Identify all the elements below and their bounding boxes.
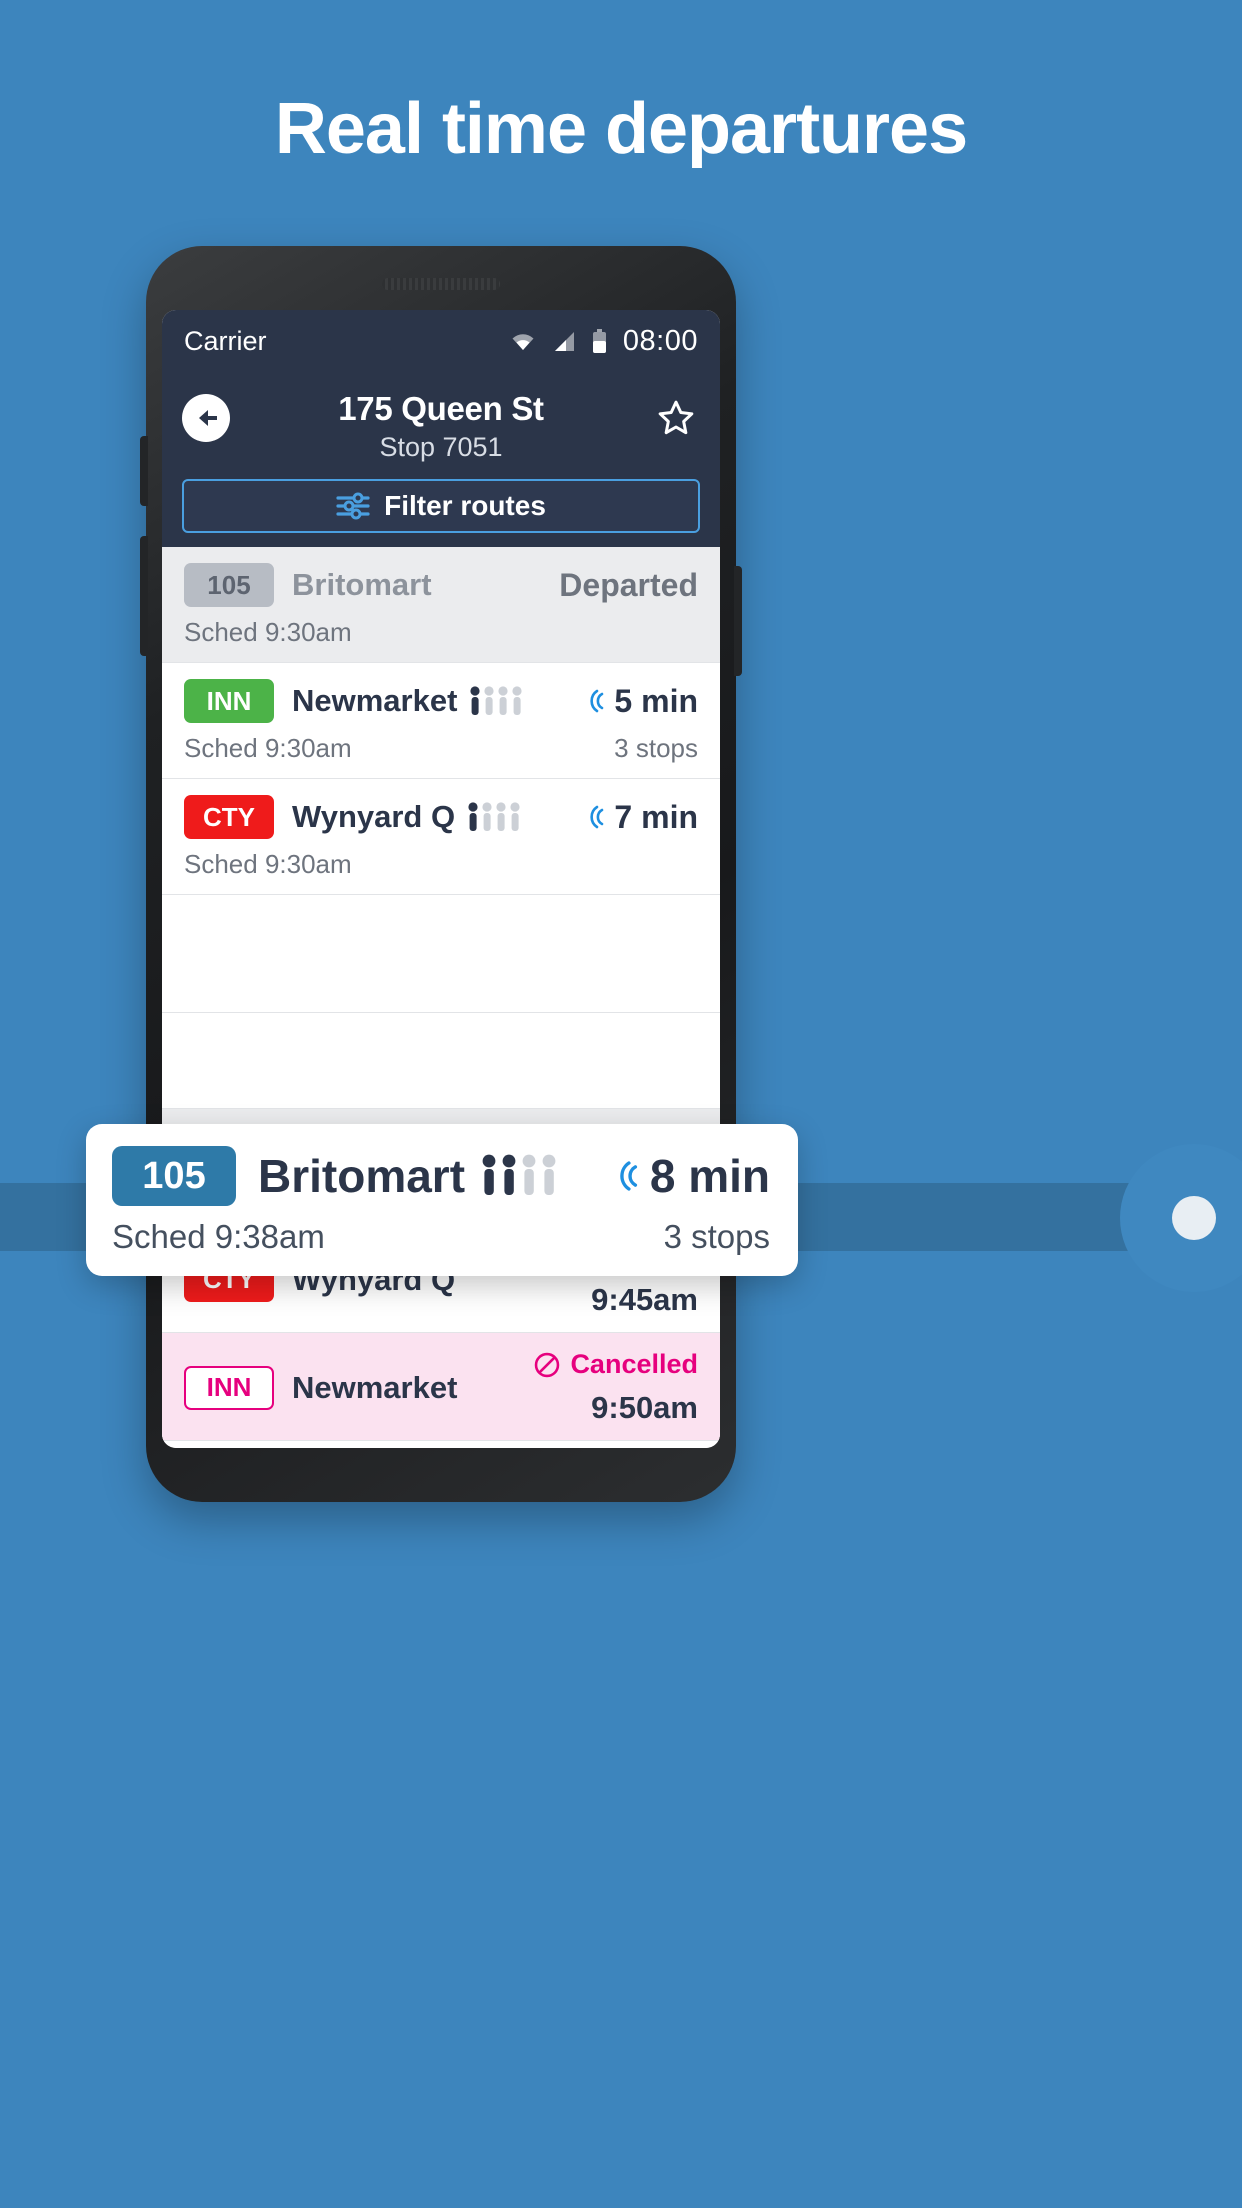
occupancy-icon bbox=[481, 1153, 563, 1199]
phone-speaker bbox=[382, 278, 500, 290]
destination-label: Britomart bbox=[258, 1150, 466, 1202]
table-row[interactable]: CTY Wynyard Q 7 min Sched 9:30am bbox=[162, 779, 720, 895]
status-time: 08:00 bbox=[622, 324, 698, 357]
route-badge: 105 bbox=[184, 563, 274, 607]
phone-volume-button bbox=[140, 536, 148, 656]
sliders-icon bbox=[336, 492, 370, 520]
battery-icon bbox=[592, 329, 607, 353]
phone-power-button bbox=[734, 566, 742, 676]
carrier-label: Carrier bbox=[184, 325, 267, 356]
live-signal-icon bbox=[590, 689, 604, 713]
scheduled-time: Sched 9:30am bbox=[184, 733, 352, 763]
table-row[interactable]: CTY Wynyard Q Scheduled 9:45am bbox=[162, 1441, 720, 1448]
route-badge: INN bbox=[184, 1365, 274, 1410]
scheduled-time: Sched 9:30am bbox=[184, 617, 352, 647]
highlighted-departure-card[interactable]: 105 Britomart 8 min Sched 9:38am 3 stops bbox=[86, 1124, 798, 1276]
table-row[interactable]: . bbox=[162, 895, 720, 1013]
signal-icon bbox=[552, 331, 576, 352]
destination-label: Britomart bbox=[292, 567, 432, 602]
app-header: 175 Queen St Stop 7051 bbox=[162, 372, 720, 479]
live-signal-icon bbox=[590, 805, 604, 829]
eta-label: 5 min bbox=[614, 682, 698, 719]
occupancy-icon bbox=[467, 801, 525, 833]
page-title: Real time departures bbox=[274, 89, 968, 169]
stops-label: 3 stops bbox=[663, 1218, 770, 1255]
destination-label: Newmarket bbox=[292, 1369, 458, 1405]
departure-time: 9:45am bbox=[591, 1282, 698, 1317]
destination-label: Wynyard Q bbox=[292, 799, 456, 834]
route-badge: CTY bbox=[184, 795, 274, 839]
occupancy-icon bbox=[469, 685, 527, 717]
status-bar: Carrier 08:00 bbox=[162, 310, 720, 372]
phone-mockup: Carrier 08:00 175 Queen St Stop 7051 Fil… bbox=[140, 246, 742, 1502]
filter-section: Filter routes bbox=[162, 479, 720, 547]
background-circle-dot bbox=[1172, 1196, 1216, 1240]
header-titles: 175 Queen St Stop 7051 bbox=[230, 380, 652, 463]
table-row[interactable]: . bbox=[162, 1013, 720, 1109]
departure-time: 9:50am bbox=[591, 1390, 698, 1425]
row-secondary: 3 stops bbox=[614, 733, 698, 763]
no-entry-icon bbox=[535, 1352, 560, 1377]
filter-routes-button[interactable]: Filter routes bbox=[182, 479, 700, 533]
table-row[interactable]: INN Newmarket Cancelled 9:50am bbox=[162, 1333, 720, 1441]
stop-name: 175 Queen St bbox=[338, 390, 544, 427]
phone-screen: Carrier 08:00 175 Queen St Stop 7051 Fil… bbox=[162, 310, 720, 1448]
back-button[interactable] bbox=[182, 394, 230, 442]
table-row[interactable]: 105 Britomart Departed Sched 9:30am bbox=[162, 547, 720, 663]
favourite-button[interactable] bbox=[652, 394, 700, 442]
departures-list: 105 Britomart Departed Sched 9:30am INN … bbox=[162, 547, 720, 1448]
status-badge: Departed bbox=[559, 566, 698, 603]
eta-label: 8 min bbox=[649, 1150, 770, 1202]
scheduled-time: Sched 9:30am bbox=[184, 849, 352, 879]
route-badge: 105 bbox=[112, 1146, 236, 1206]
wifi-icon bbox=[510, 331, 536, 351]
back-arrow-icon bbox=[191, 403, 221, 433]
table-row[interactable]: INN Newmarket 5 min Sched 9:30am 3 stops bbox=[162, 663, 720, 779]
filter-routes-label: Filter routes bbox=[384, 490, 546, 521]
scheduled-time: Sched 9:38am bbox=[112, 1218, 325, 1255]
live-signal-icon bbox=[620, 1161, 637, 1191]
eta-label: 7 min bbox=[614, 798, 698, 835]
destination-label: Newmarket bbox=[292, 683, 458, 718]
phone-button bbox=[140, 436, 148, 506]
route-badge: INN bbox=[184, 679, 274, 723]
status-label: Cancelled bbox=[570, 1349, 698, 1379]
star-outline-icon bbox=[658, 400, 694, 435]
stop-number: Stop 7051 bbox=[379, 432, 503, 462]
